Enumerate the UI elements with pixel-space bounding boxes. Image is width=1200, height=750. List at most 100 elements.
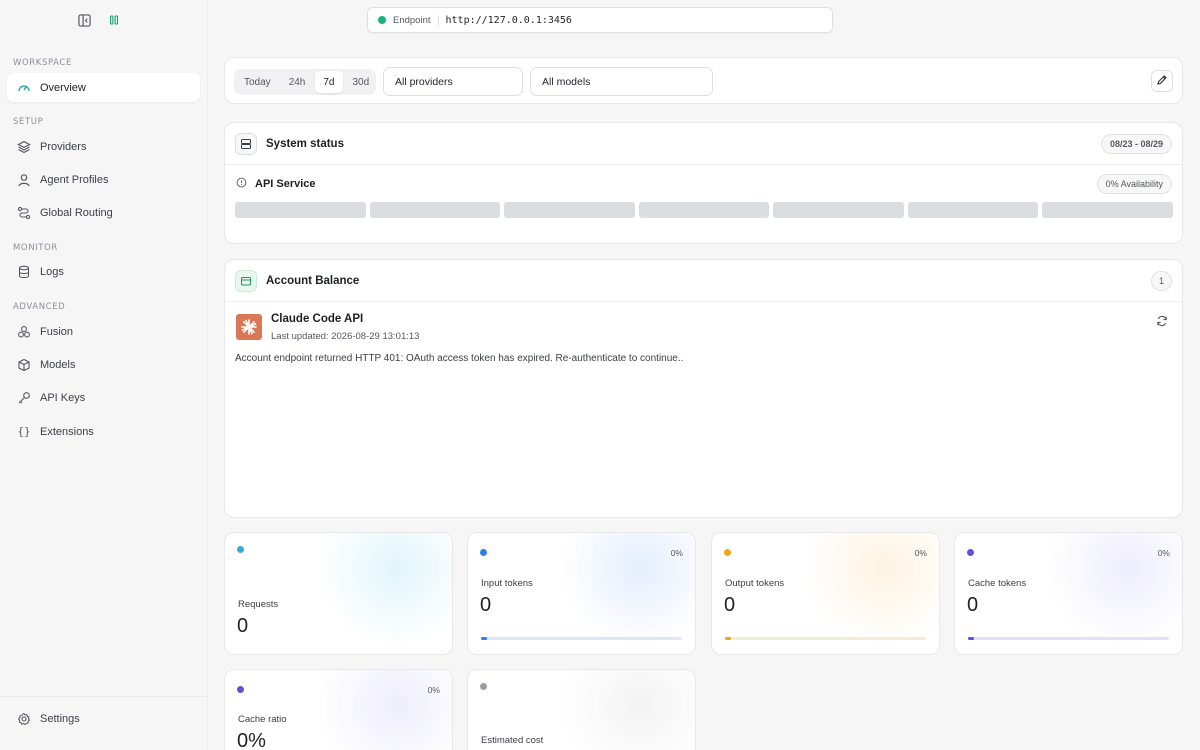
gauge-icon	[17, 81, 31, 95]
sidebar-item-overview[interactable]: Overview	[7, 73, 200, 102]
requests-value: 0	[237, 615, 249, 637]
stat-card-estimated-cost: Estimated cost	[467, 669, 696, 750]
provider-select[interactable]: All providers	[383, 67, 523, 96]
sidebar-item-label: Extensions	[40, 425, 94, 438]
endpoint-label: Endpoint	[393, 14, 439, 26]
sidebar-item-label: Global Routing	[40, 206, 113, 219]
pause-icon[interactable]	[106, 12, 122, 28]
output-tokens-label: Output tokens	[725, 578, 785, 589]
stat-card-cache-ratio: 0% Cache ratio 0%	[224, 669, 453, 750]
availability-bar-day[interactable]	[907, 202, 1039, 218]
endpoint-bar[interactable]: Endpoint http://127.0.0.1:3456	[367, 7, 833, 33]
sidebar-top-controls	[76, 12, 122, 28]
output-tokens-percent: 0%	[914, 548, 927, 558]
braces-icon: {}	[17, 425, 31, 438]
edit-button[interactable]	[1151, 70, 1173, 92]
cache-ratio-value: 0%	[237, 730, 266, 750]
output-tokens-value: 0	[724, 594, 736, 616]
availability-bar-day[interactable]	[235, 202, 366, 218]
account-balance-title: Account Balance	[266, 274, 360, 287]
range-30d-button[interactable]: 30d	[345, 71, 378, 93]
date-range-badge: 08/23 - 08/29	[1100, 133, 1172, 154]
balance-count-badge: 1	[1150, 270, 1172, 291]
stat-card-cache-tokens: 0% Cache tokens 0	[954, 532, 1183, 655]
key-icon	[17, 391, 31, 405]
output-tokens-dot	[724, 549, 731, 556]
balance-error-message: Account endpoint returned HTTP 401: OAut…	[235, 353, 684, 364]
layers-icon	[17, 140, 31, 154]
range-24h-button[interactable]: 24h	[281, 71, 314, 93]
cube-icon	[17, 358, 31, 372]
endpoint-url[interactable]: http://127.0.0.1:3456	[446, 15, 572, 26]
wallet-icon	[235, 269, 257, 292]
sidebar-item-label: API Keys	[40, 391, 86, 404]
system-status-title: System status	[266, 137, 344, 150]
cache-tokens-percent: 0%	[1157, 548, 1170, 558]
estimated-cost-dot	[480, 683, 487, 690]
sidebar-divider	[0, 696, 208, 697]
refresh-icon[interactable]	[1156, 315, 1168, 330]
sidebar-item-label: Settings	[40, 712, 80, 725]
requests-label: Requests	[238, 599, 279, 610]
balance-account-name: Claude Code API	[271, 313, 364, 325]
range-7d-button[interactable]: 7d	[315, 71, 343, 93]
account-balance-card: Account Balance 1 Claude Code API Last u…	[224, 259, 1183, 518]
sidebar-item-models[interactable]: Models	[7, 350, 200, 379]
section-label-setup: SETUP	[13, 117, 44, 127]
sidebar-item-label: Overview	[40, 81, 86, 94]
section-label-workspace: WORKSPACE	[13, 58, 72, 68]
sidebar-item-extensions[interactable]: {} Extensions	[7, 417, 200, 446]
filter-bar: Today 24h 7d 30d All providers All model…	[224, 57, 1183, 104]
sidebar-item-providers[interactable]: Providers	[7, 132, 200, 161]
input-tokens-label: Input tokens	[481, 578, 533, 589]
sidebar-item-api-keys[interactable]: API Keys	[7, 383, 200, 412]
sidebar-toggle-icon[interactable]	[76, 12, 92, 28]
estimated-cost-label: Estimated cost	[481, 735, 544, 746]
cache-tokens-value: 0	[967, 594, 979, 616]
routing-icon	[17, 206, 31, 220]
cache-tokens-dot	[967, 549, 974, 556]
time-range-segmented: Today 24h 7d 30d	[234, 69, 376, 95]
service-row: API Service	[236, 177, 316, 191]
availability-bar-day[interactable]	[638, 202, 770, 218]
sidebar-item-settings[interactable]: Settings	[7, 704, 200, 733]
endpoint-status-dot	[378, 16, 386, 24]
section-label-monitor: MONITOR	[13, 243, 58, 253]
availability-bar-day[interactable]	[504, 202, 635, 218]
pencil-icon	[1156, 74, 1168, 89]
availability-bar-day[interactable]	[1042, 202, 1174, 218]
system-status-header: System status 08/23 - 08/29	[225, 123, 1182, 165]
claude-logo	[236, 314, 262, 340]
cache-tokens-label: Cache tokens	[968, 578, 1027, 589]
system-status-card: System status 08/23 - 08/29 API Service …	[224, 122, 1183, 244]
sidebar: WORKSPACE Overview SETUP Providers Agent…	[0, 0, 208, 750]
sidebar-item-label: Logs	[40, 265, 64, 278]
model-select[interactable]: All models	[530, 67, 713, 96]
availability-badge: 0% Availability	[1096, 174, 1172, 194]
cache-ratio-percent: 0%	[427, 685, 440, 695]
user-icon	[17, 173, 31, 187]
cache-ratio-dot	[237, 686, 244, 693]
sidebar-item-label: Agent Profiles	[40, 173, 109, 186]
requests-dot	[237, 546, 244, 553]
availability-bar-day[interactable]	[369, 202, 501, 218]
output-tokens-progress	[725, 637, 926, 640]
sidebar-item-agent-profiles[interactable]: Agent Profiles	[7, 165, 200, 194]
range-today-button[interactable]: Today	[236, 71, 279, 93]
gear-icon	[17, 712, 31, 726]
input-tokens-value: 0	[480, 594, 492, 616]
info-icon	[236, 177, 247, 191]
availability-bar-day[interactable]	[773, 202, 904, 218]
account-balance-header: Account Balance 1	[225, 260, 1182, 302]
sidebar-item-label: Providers	[40, 140, 87, 153]
cache-ratio-label: Cache ratio	[238, 714, 287, 725]
service-name: API Service	[255, 178, 316, 190]
sidebar-item-fusion[interactable]: Fusion	[7, 317, 200, 346]
sidebar-item-global-routing[interactable]: Global Routing	[7, 198, 200, 227]
sidebar-item-logs[interactable]: Logs	[7, 257, 200, 286]
server-icon	[235, 132, 257, 155]
input-tokens-progress	[481, 637, 682, 640]
balance-last-updated: Last updated: 2026-08-29 13:01:13	[271, 331, 420, 342]
input-tokens-percent: 0%	[670, 548, 683, 558]
stat-card-output-tokens: 0% Output tokens 0	[711, 532, 940, 655]
